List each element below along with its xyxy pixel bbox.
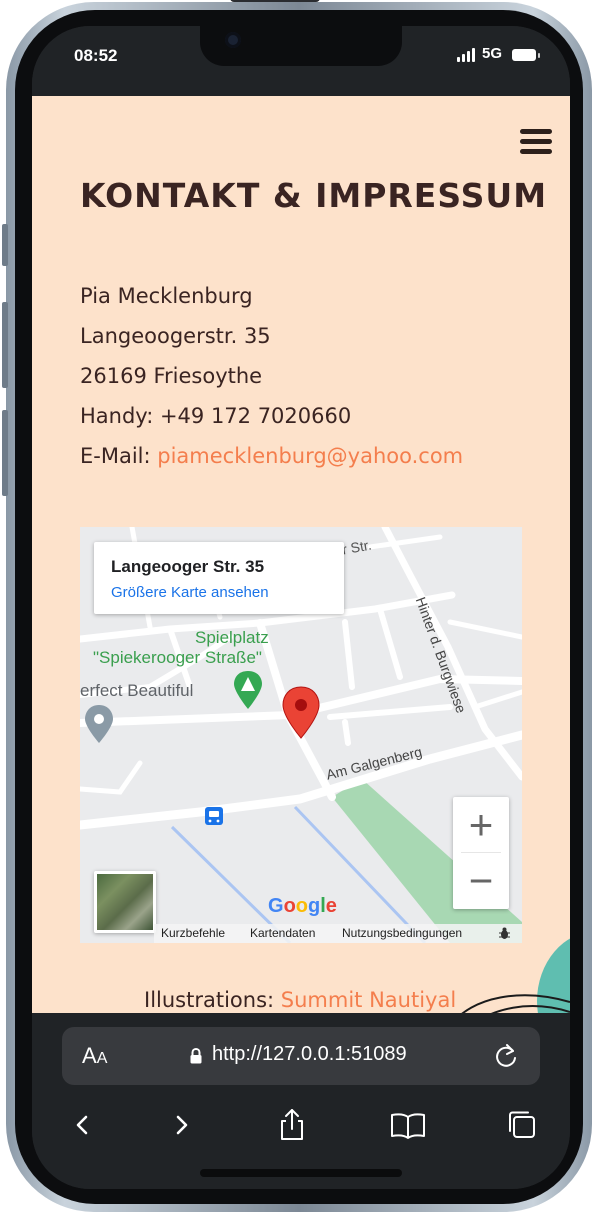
screen: 08:52 5G KONTAKT & IMPRESSUM Pia Mecklen… xyxy=(32,26,570,1189)
signal-icon xyxy=(457,48,479,62)
satellite-toggle[interactable] xyxy=(94,871,156,933)
battery-icon xyxy=(512,49,540,61)
google-logo: Google xyxy=(268,895,337,917)
illustration-credit: Illustrations: Summit Nautiyal xyxy=(144,988,456,1012)
contact-email-row: E-Mail: piamecklenburg@yahoo.com xyxy=(80,436,463,476)
contact-street: Langeoogerstr. 35 xyxy=(80,324,271,348)
bus-stop-icon[interactable] xyxy=(205,807,223,825)
map-footer: Kurzbefehle Kartendaten Nutzungsbedingun… xyxy=(154,924,522,943)
page-title: KONTAKT & IMPRESSUM xyxy=(80,176,548,215)
volume-down-button xyxy=(2,410,8,496)
reload-icon[interactable] xyxy=(493,1042,519,1070)
status-bar: 08:52 5G xyxy=(32,26,570,96)
menu-icon[interactable] xyxy=(520,127,553,155)
home-indicator xyxy=(200,1169,402,1177)
business-label: erfect Beautiful xyxy=(80,681,194,700)
speaker-grille xyxy=(230,0,320,2)
contact-name: Pia Mecklenburg xyxy=(80,284,253,308)
keyboard-shortcuts-link[interactable]: Kurzbefehle xyxy=(161,926,225,940)
zoom-out-button[interactable]: − xyxy=(453,853,509,908)
credit-label: Illustrations: xyxy=(144,988,281,1012)
playground-label-2: "Spiekerooger Straße" xyxy=(93,648,262,667)
back-icon[interactable] xyxy=(62,1105,102,1145)
lock-icon xyxy=(190,1048,202,1064)
terms-link[interactable]: Nutzungsbedingungen xyxy=(342,926,462,940)
playground-label: Spielplatz xyxy=(195,628,269,647)
zoom-in-button[interactable]: + xyxy=(453,797,509,852)
notch xyxy=(200,26,402,66)
email-label: E-Mail: xyxy=(80,444,158,468)
map-info-card: Langeooger Str. 35 Größere Karte ansehen xyxy=(94,542,344,614)
tabs-icon[interactable] xyxy=(502,1105,542,1145)
url-text[interactable]: http://127.0.0.1:51089 xyxy=(212,1043,407,1066)
map-data-link[interactable]: Kartendaten xyxy=(250,926,315,940)
browser-toolbar: AA http://127.0.0.1:51089 xyxy=(32,1013,570,1189)
credit-link[interactable]: Summit Nautiyal xyxy=(281,988,456,1012)
reader-aa-button[interactable]: AA xyxy=(82,1043,107,1069)
embedded-map[interactable]: r Str. Spielplatz "Spiekerooger Straße" … xyxy=(80,527,522,943)
web-page: KONTAKT & IMPRESSUM Pia Mecklenburg Lang… xyxy=(32,96,570,1013)
address-block: Pia Mecklenburg Langeoogerstr. 35 26169 … xyxy=(80,276,463,476)
zoom-control: + − xyxy=(453,797,509,909)
email-link[interactable]: piamecklenburg@yahoo.com xyxy=(157,444,463,468)
status-time: 08:52 xyxy=(74,46,118,65)
contact-city: 26169 Friesoythe xyxy=(80,364,263,388)
front-camera xyxy=(225,32,241,48)
share-icon[interactable] xyxy=(272,1105,312,1145)
forward-icon[interactable] xyxy=(162,1105,202,1145)
network-type: 5G xyxy=(482,45,503,62)
address-bar[interactable]: AA http://127.0.0.1:51089 xyxy=(62,1027,540,1085)
volume-up-button xyxy=(2,302,8,388)
bookmarks-icon[interactable] xyxy=(388,1105,428,1145)
larger-map-link[interactable]: Größere Karte ansehen xyxy=(111,584,269,601)
report-bug-icon[interactable] xyxy=(498,927,511,940)
contact-phone: Handy: +49 172 7020660 xyxy=(80,404,352,428)
map-card-title: Langeooger Str. 35 xyxy=(111,557,265,576)
mute-switch xyxy=(2,224,8,266)
